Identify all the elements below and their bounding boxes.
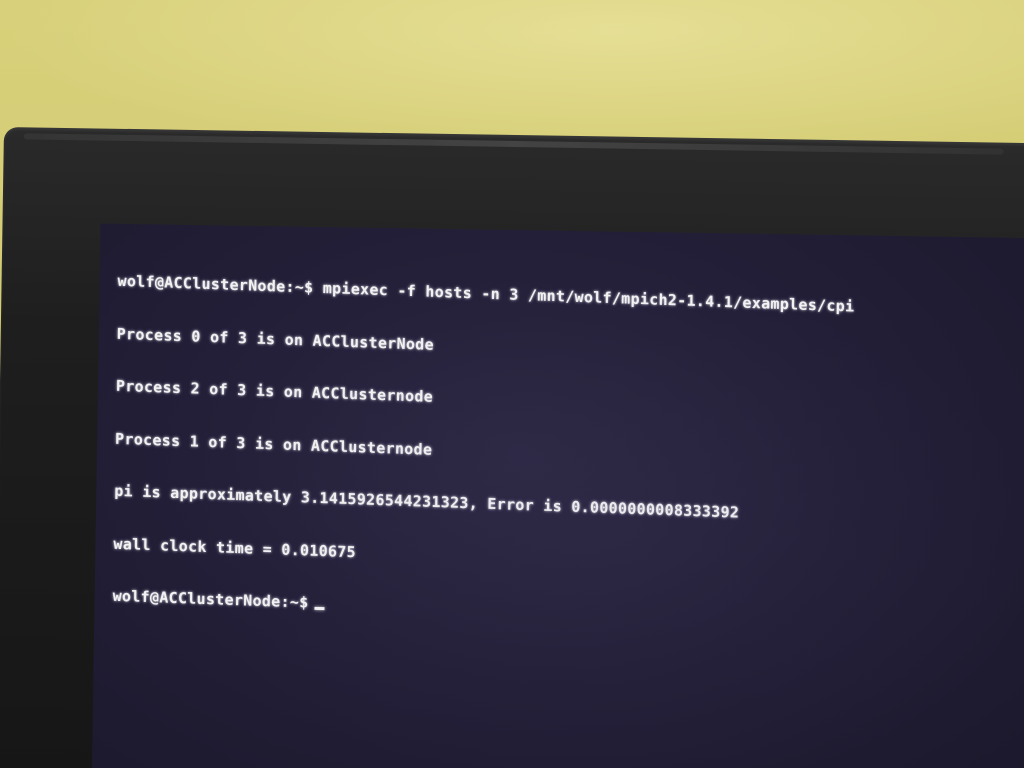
terminal-line-wall-clock: wall clock time = 0.010675 (113, 534, 357, 561)
monitor-bezel: wolf@ACClusterNode:~$ mpiexec -f hosts -… (0, 127, 1024, 768)
terminal-output: wolf@ACClusterNode:~$ mpiexec -f hosts -… (112, 238, 855, 666)
text-cursor (314, 606, 325, 611)
terminal-line-process-0: Process 0 of 3 is on ACClusterNode (116, 324, 435, 354)
terminal-screen[interactable]: wolf@ACClusterNode:~$ mpiexec -f hosts -… (91, 223, 1024, 768)
terminal-prompt-line[interactable]: wolf@ACClusterNode:~$ (112, 586, 850, 631)
terminal-line-command: wolf@ACClusterNode:~$ mpiexec -f hosts -… (117, 271, 855, 316)
terminal-line-process-2: Process 2 of 3 is on ACClusternode (115, 376, 434, 406)
terminal-line-pi-result: pi is approximately 3.1415926544231323, … (114, 481, 740, 522)
terminal-line-process-1: Process 1 of 3 is on ACClusternode (114, 429, 433, 459)
terminal-prompt: wolf@ACClusterNode:~$ (112, 586, 309, 612)
